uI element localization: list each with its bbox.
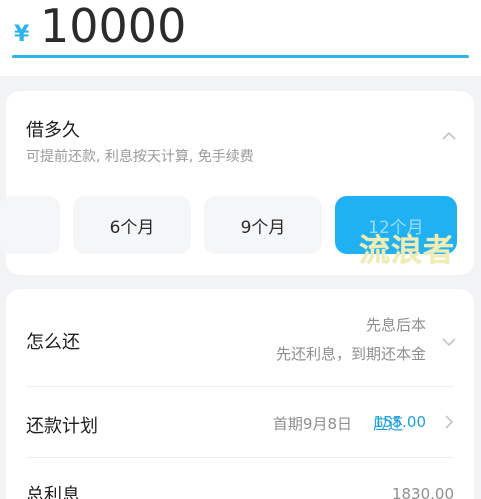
duration-option-3-months[interactable] (0, 196, 60, 254)
duration-subtitle: 可提前还款, 利息按天计算, 免手续费 (26, 149, 254, 165)
duration-option-label: 9个月 (240, 217, 286, 238)
repayment-method-value: 先息后本 (365, 316, 426, 334)
chevron-up-icon[interactable] (442, 129, 456, 143)
chevron-right-icon[interactable] (442, 415, 456, 429)
divider (26, 457, 454, 458)
loan-amount-input[interactable] (40, 0, 460, 52)
amount-underline (12, 55, 469, 58)
duration-option-9-months[interactable]: 9个月 (204, 196, 322, 254)
repayment-method-desc: 先还利息，到期还本金 (275, 345, 426, 363)
duration-option-6-months[interactable]: 6个月 (73, 196, 191, 254)
repayment-card: 怎么还 先息后本 先还利息，到期还本金 还款计划 首期9月8日 应还 155.0… (6, 289, 474, 499)
watermark-text: 流浪者 (359, 233, 455, 269)
repayment-first-date: 首期9月8日 (272, 415, 352, 433)
duration-option-label: 6个月 (109, 217, 155, 238)
repayment-due-amount: 155.00 (373, 413, 427, 431)
chevron-down-icon[interactable] (442, 335, 456, 349)
divider (26, 386, 454, 387)
amount-header: ¥ (0, 0, 481, 76)
total-interest-value: 1830.00 (391, 485, 454, 499)
repayment-plan-title[interactable]: 还款计划 (26, 412, 98, 438)
repayment-method-title: 怎么还 (26, 332, 80, 353)
duration-title: 借多久 (26, 120, 80, 141)
total-interest-title: 总利息 (26, 485, 80, 499)
currency-symbol: ¥ (14, 22, 30, 47)
